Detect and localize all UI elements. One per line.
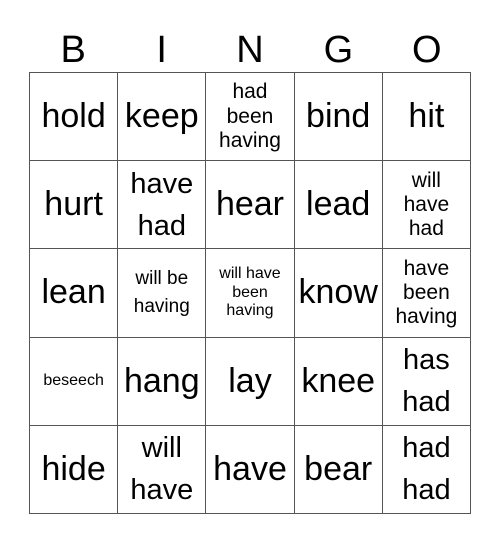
- cell-text: knee: [301, 361, 376, 400]
- bingo-cell[interactable]: hear: [206, 161, 295, 250]
- bingo-cell[interactable]: have had: [118, 161, 207, 250]
- cell-text: know: [298, 273, 378, 312]
- bingo-cell[interactable]: will have: [118, 425, 207, 514]
- bingo-cell[interactable]: had been having: [206, 73, 295, 162]
- bingo-cell[interactable]: hold: [30, 73, 119, 162]
- bingo-cell[interactable]: keep: [118, 73, 207, 162]
- bingo-cell[interactable]: have been having: [382, 249, 471, 338]
- bingo-cell[interactable]: lead: [294, 161, 383, 250]
- bingo-cell[interactable]: hang: [118, 337, 207, 426]
- bingo-cell[interactable]: beseech: [30, 337, 119, 426]
- cell-text: have: [213, 449, 287, 488]
- cell-text: hurt: [44, 185, 103, 224]
- cell-text: bear: [304, 449, 373, 488]
- header-letter-g: G: [323, 29, 354, 71]
- header-letter-o: O: [412, 29, 442, 71]
- cell-text: will have had: [403, 168, 450, 240]
- bingo-grid: hold keep had been having bind hit hurt …: [29, 72, 471, 514]
- header-letter-b: B: [60, 29, 86, 71]
- bingo-cell[interactable]: will be having: [118, 249, 207, 338]
- bingo-cell[interactable]: bind: [294, 73, 383, 162]
- bingo-cell[interactable]: have: [206, 425, 295, 514]
- bingo-cell[interactable]: knee: [294, 337, 383, 426]
- bingo-cell[interactable]: had had: [382, 425, 471, 514]
- cell-text: lead: [306, 185, 371, 224]
- cell-text: lay: [228, 361, 272, 400]
- bingo-cell[interactable]: bear: [294, 425, 383, 514]
- cell-text: have been having: [395, 256, 458, 329]
- cell-text: hang: [123, 361, 200, 400]
- bingo-cell[interactable]: lay: [206, 337, 295, 426]
- cell-text: keep: [124, 97, 199, 136]
- bingo-cell[interactable]: hurt: [30, 161, 119, 250]
- bingo-cell[interactable]: hit: [382, 73, 471, 162]
- cell-text: has had: [402, 344, 451, 419]
- cell-text: beseech: [43, 372, 104, 389]
- cell-text: will be having: [133, 268, 190, 317]
- cell-text: have had: [130, 167, 194, 242]
- cell-text: hold: [41, 97, 106, 136]
- cell-text: hear: [215, 185, 285, 224]
- cell-text: lean: [41, 273, 106, 312]
- header-letter-n: N: [236, 29, 264, 71]
- bingo-header: B I N G O: [29, 28, 471, 72]
- bingo-cell[interactable]: lean: [30, 249, 119, 338]
- cell-text: will have been having: [219, 265, 281, 320]
- cell-text: had been having: [219, 80, 281, 152]
- cell-text: had had: [402, 432, 451, 507]
- bingo-cell[interactable]: know: [294, 249, 383, 338]
- cell-text: bind: [306, 97, 371, 136]
- header-letter-i: I: [156, 29, 167, 71]
- bingo-cell[interactable]: will have been having: [206, 249, 295, 338]
- bingo-cell[interactable]: has had: [382, 337, 471, 426]
- cell-text: will have: [130, 432, 194, 507]
- cell-text: hit: [408, 97, 445, 136]
- bingo-cell[interactable]: will have had: [382, 161, 471, 250]
- cell-text: hide: [41, 449, 106, 488]
- bingo-cell[interactable]: hide: [30, 425, 119, 514]
